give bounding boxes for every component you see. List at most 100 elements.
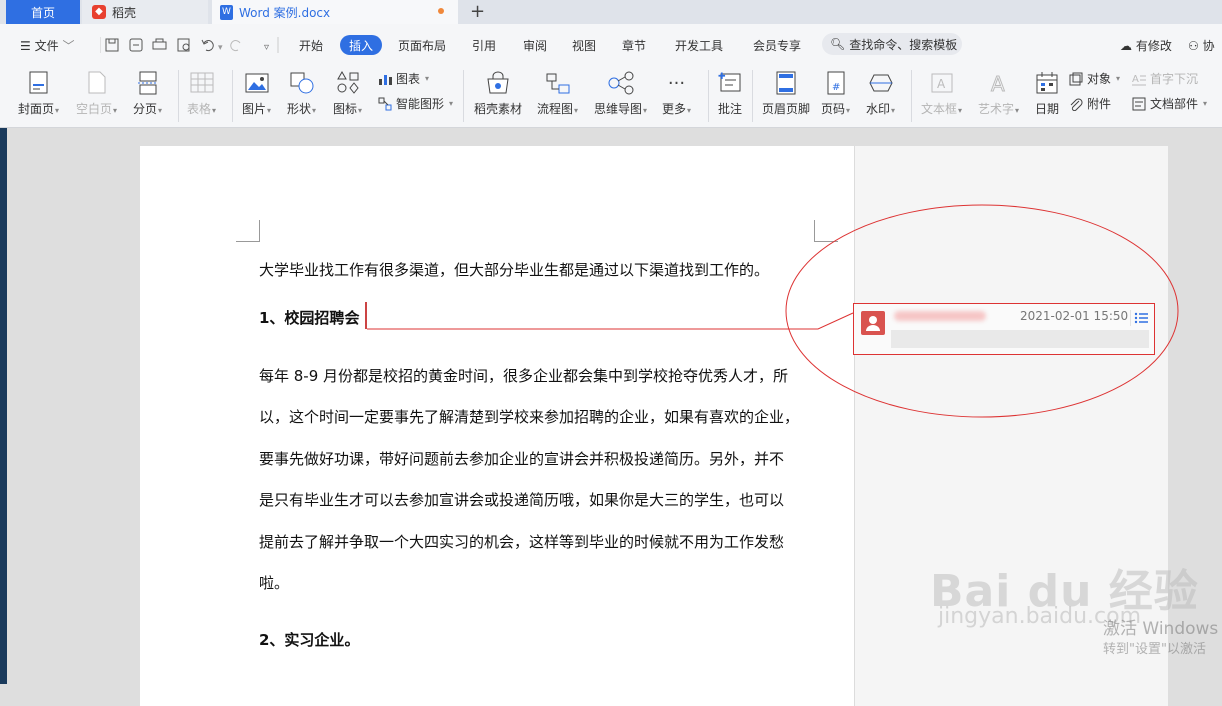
tab-page-layout[interactable]: 页面布局: [398, 37, 446, 54]
object-button[interactable]: 对象 ▾: [1069, 70, 1120, 87]
file-menu[interactable]: ☰ 文件 ﹀: [20, 37, 74, 54]
comment-card[interactable]: 2021-02-01 15:50: [853, 303, 1155, 355]
tab-developer[interactable]: 开发工具: [675, 37, 723, 54]
tab-section[interactable]: 章节: [622, 37, 646, 54]
save-icon[interactable]: [105, 38, 119, 52]
page-number-button[interactable]: # 页码▾: [821, 64, 850, 117]
more-button[interactable]: ··· 更多▾: [662, 64, 691, 117]
ribbon-divider: [178, 70, 179, 122]
doc-parts-button[interactable]: 文档部件 ▾: [1132, 95, 1207, 112]
drop-cap-icon: A: [1132, 74, 1146, 85]
export-pdf-icon[interactable]: [129, 38, 143, 52]
tab-member[interactable]: 会员专享: [753, 37, 801, 54]
page-break-label: 分页: [133, 102, 158, 116]
tab-references[interactable]: 引用: [472, 37, 496, 54]
command-search[interactable]: 🔍︎ 查找命令、搜索模板: [822, 33, 962, 55]
left-edge-strip: [0, 128, 7, 684]
file-menu-label: 文件: [34, 39, 59, 53]
date-button[interactable]: 日期: [1035, 64, 1059, 117]
body-line[interactable]: 每年 8-9 月份都是校招的黄金时间，很多企业都会集中到学校抢夺优秀人才，所: [259, 365, 788, 386]
table-button[interactable]: 表格▾: [187, 64, 216, 117]
watermark-icon: [868, 74, 893, 92]
drop-cap-button[interactable]: A 首字下沉: [1132, 70, 1198, 87]
svg-text:A: A: [991, 72, 1005, 95]
docer-logo-icon: ◆: [92, 5, 106, 19]
object-icon: [1069, 72, 1083, 85]
blank-page-button[interactable]: 空白页▾: [76, 64, 117, 117]
tab-insert[interactable]: 插入: [340, 35, 382, 55]
flowchart-button[interactable]: 流程图▾: [537, 64, 578, 117]
heading-campus-recruitment[interactable]: 1、校园招聘会: [259, 307, 359, 328]
command-search-label: 查找命令、搜索模板: [849, 37, 958, 52]
flowchart-label: 流程图: [537, 102, 574, 116]
windows-activation-hint: 转到"设置"以激活: [1103, 642, 1206, 657]
wordart-button[interactable]: A 艺术字▾: [978, 64, 1019, 117]
docer-material-button[interactable]: 稻壳素材: [474, 64, 522, 117]
mindmap-button[interactable]: 思维导图▾: [594, 64, 647, 117]
print-icon[interactable]: [152, 38, 167, 50]
picture-label: 图片: [242, 102, 267, 116]
comment-anchor-marker: [365, 302, 367, 329]
ribbon-divider: [463, 70, 464, 122]
blank-page-icon: [88, 71, 106, 94]
unsaved-dot-icon: [438, 8, 444, 14]
watermark-label: 水印: [866, 102, 891, 116]
annotate-label: 批注: [718, 102, 743, 116]
smartart-button[interactable]: 智能图形 ▾: [378, 95, 453, 112]
body-line[interactable]: 要事先做好功课，带好问题前去参加企业的宣讲会并积极投递简历。另外，并不: [259, 448, 784, 469]
redo-icon[interactable]: [230, 40, 241, 52]
picture-icon: [245, 73, 269, 93]
new-tab-button[interactable]: +: [470, 1, 485, 22]
attachment-button[interactable]: 附件: [1069, 95, 1111, 112]
tab-start[interactable]: 开始: [299, 37, 323, 54]
quick-access-toolbar: ▾ ▿: [100, 37, 279, 53]
textbox-button[interactable]: A 文本框▾: [921, 64, 962, 117]
ribbon-divider: [911, 70, 912, 122]
modified-status[interactable]: ☁ 有修改: [1120, 37, 1172, 54]
intro-paragraph[interactable]: 大学毕业找工作有很多渠道，但大部分毕业生都是通过以下渠道找到工作的。: [259, 259, 769, 280]
tab-review[interactable]: 审阅: [523, 37, 547, 54]
tab-home-label: 首页: [30, 5, 55, 20]
mindmap-icon: [608, 71, 634, 95]
svg-text:▾: ▾: [218, 43, 223, 53]
picture-button[interactable]: 图片▾: [242, 64, 271, 117]
undo-icon[interactable]: [201, 39, 214, 52]
comment-author-redacted: [894, 311, 986, 321]
body-line[interactable]: 是只有毕业生才可以去参加宣讲会或投递简历哦，如果你是大三的学生，也可以: [259, 489, 784, 510]
tab-document[interactable]: W Word 案例.docx: [212, 0, 458, 24]
watermark-button[interactable]: 水印▾: [866, 64, 895, 117]
annotate-button[interactable]: ✚ 批注: [718, 64, 742, 117]
page-break-icon: [137, 71, 158, 95]
page-number-icon: #: [827, 71, 845, 95]
body-line[interactable]: 提前去了解并争取一个大四实习的机会，这样等到毕业的时候就不用为工作发愁: [259, 531, 784, 552]
tab-view[interactable]: 视图: [572, 37, 596, 54]
print-preview-icon[interactable]: [177, 38, 190, 52]
chart-button[interactable]: 图表 ▾: [378, 70, 429, 87]
date-label: 日期: [1035, 102, 1060, 116]
comment-menu-icon[interactable]: [1129, 309, 1150, 327]
chart-label: 图表: [396, 72, 421, 86]
tab-docer-label: 稻壳: [112, 5, 137, 20]
doc-parts-label: 文档部件: [1150, 97, 1199, 111]
body-line[interactable]: 啦。: [259, 572, 289, 593]
comment-timestamp: 2021-02-01 15:50: [1020, 309, 1129, 323]
cover-page-button[interactable]: 封面页▾: [18, 64, 59, 117]
ribbon-divider: [708, 70, 709, 122]
heading-internship[interactable]: 2、实习企业。: [259, 629, 359, 650]
header-footer-button[interactable]: 页眉页脚: [762, 64, 810, 117]
tab-docer[interactable]: ◆ 稻壳: [82, 0, 208, 24]
tab-home[interactable]: 首页: [6, 0, 80, 24]
modified-status-label: 有修改: [1135, 39, 1172, 53]
svg-text:▿: ▿: [264, 42, 269, 53]
body-line[interactable]: 以，这个时间一定要事先了解清楚到学校来参加招聘的企业，如果有喜欢的企业，: [259, 406, 799, 427]
hamburger-icon: ☰: [20, 39, 31, 53]
page-break-button[interactable]: 分页▾: [133, 64, 162, 117]
collaborate-label: 协: [1202, 39, 1215, 53]
collaborate-button[interactable]: ⚇ 协: [1188, 37, 1215, 54]
comment-body-input[interactable]: [891, 330, 1149, 348]
more-label: 更多: [662, 102, 687, 116]
more-dots-icon: ···: [667, 72, 686, 94]
wordart-icon: A: [990, 72, 1005, 96]
shape-button[interactable]: 形状▾: [287, 64, 316, 117]
icon-button[interactable]: 图标▾: [333, 64, 362, 117]
